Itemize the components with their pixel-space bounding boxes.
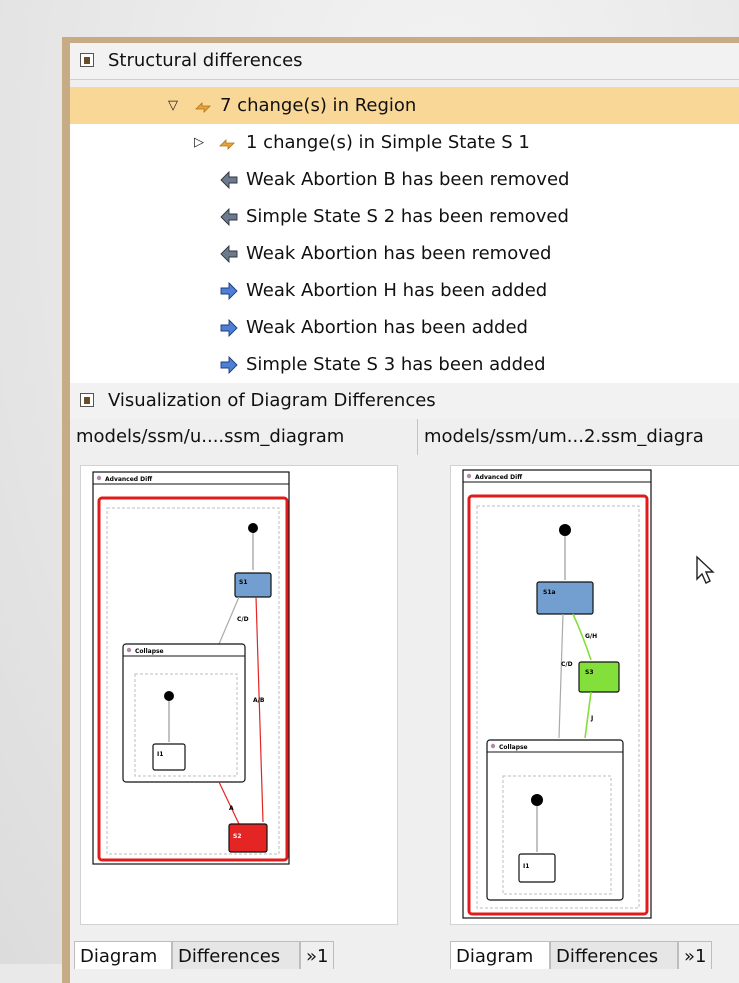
tree-row-label: 7 change(s) in Region [220, 95, 417, 116]
tabs-overflow-button[interactable]: »1 [300, 941, 334, 969]
edge-label: A [229, 805, 234, 812]
composite-label: Collapse [135, 648, 164, 655]
edge-label: C/D [561, 661, 573, 668]
tree-row-label: Weak Abortion H has been added [246, 280, 548, 301]
composite-label: Collapse [499, 744, 528, 751]
state-label: I1 [523, 863, 529, 870]
removed-change-icon [220, 208, 238, 226]
tree-row-removed[interactable]: Weak Abortion B has been removed [70, 161, 739, 198]
collapse-triangle-icon[interactable]: ▽ [168, 99, 182, 113]
removed-change-icon [220, 171, 238, 189]
state-added[interactable] [578, 661, 620, 693]
right-diagram-canvas[interactable]: Advanced Diff S1a G/H C/D S3 J Collapse [450, 465, 739, 925]
tree-row-simple-state[interactable]: ▷ 1 change(s) in Simple State S 1 [70, 124, 739, 161]
tree-row-region[interactable]: ▽ 7 change(s) in Region [70, 87, 739, 124]
tab-label: models/ssm/u....ssm_diagram [76, 426, 345, 447]
left-diagram-canvas[interactable]: Advanced Diff S1 C/D A/B Collapse I1 A S… [80, 465, 398, 925]
edge-label: A/B [253, 697, 265, 704]
left-diagram: Advanced Diff S1 C/D A/B Collapse I1 A S… [92, 471, 290, 865]
edge-label: G/H [585, 633, 597, 640]
tree-row-added[interactable]: Simple State S 3 has been added [70, 346, 739, 383]
state-label: S1a [543, 589, 556, 596]
tree-row-added[interactable]: Weak Abortion has been added [70, 309, 739, 346]
compare-window: Structural differences ▽ 7 change(s) in … [62, 37, 739, 983]
state-label: S3 [585, 669, 594, 676]
tab-differences[interactable]: Differences [172, 941, 300, 969]
tree-row-removed[interactable]: Simple State S 2 has been removed [70, 198, 739, 235]
added-change-icon [220, 356, 238, 374]
tree-row-label: Simple State S 2 has been removed [246, 206, 569, 227]
diagram-title: Advanced Diff [105, 476, 152, 483]
change-group-icon [219, 139, 235, 150]
added-change-icon [220, 319, 238, 337]
state-s1[interactable] [536, 581, 594, 615]
state-label: S1 [239, 579, 248, 586]
tab-left-model[interactable]: models/ssm/u....ssm_diagram [70, 419, 418, 455]
tree-row-label: Weak Abortion B has been removed [246, 169, 570, 190]
panel-icon [80, 393, 94, 407]
state-icon [96, 475, 102, 481]
edge-label: C/D [237, 616, 249, 623]
tree-row-added[interactable]: Weak Abortion H has been added [70, 272, 739, 309]
panel-title: Visualization of Diagram Differences [108, 390, 436, 411]
state-label: S2 [233, 833, 242, 840]
removed-change-icon [220, 245, 238, 263]
tree-row-label: Weak Abortion has been removed [246, 243, 552, 264]
added-change-icon [220, 282, 238, 300]
tree-row-removed[interactable]: Weak Abortion has been removed [70, 235, 739, 272]
expand-triangle-icon[interactable]: ▷ [194, 136, 208, 150]
tree-row-label: 1 change(s) in Simple State S 1 [246, 132, 530, 153]
visualization-panel: Visualization of Diagram Differences mod… [70, 383, 739, 983]
tree-row-label: Simple State S 3 has been added [246, 354, 546, 375]
structural-differences-tree: ▽ 7 change(s) in Region ▷ 1 change(s) in… [70, 87, 739, 384]
tab-diagram[interactable]: Diagram [74, 941, 172, 969]
state-icon [466, 473, 472, 479]
edge-label: J [590, 715, 593, 722]
tab-differences[interactable]: Differences [550, 941, 678, 969]
panel-title: Structural differences [108, 50, 303, 71]
mouse-cursor-icon [696, 555, 715, 584]
visualization-header: Visualization of Diagram Differences [70, 383, 739, 420]
state-label: I1 [157, 751, 163, 758]
tree-row-label: Weak Abortion has been added [246, 317, 528, 338]
tab-right-model[interactable]: models/ssm/um...2.ssm_diagra [418, 419, 739, 455]
tab-diagram[interactable]: Diagram [450, 941, 550, 969]
change-group-icon [195, 102, 211, 113]
diagram-title: Advanced Diff [475, 474, 522, 481]
structural-differences-header: Structural differences [70, 43, 739, 80]
model-tabs: models/ssm/u....ssm_diagram models/ssm/u… [70, 419, 739, 455]
panel-icon [80, 53, 94, 67]
right-diagram: Advanced Diff S1a G/H C/D S3 J Collapse [462, 469, 652, 919]
left-bottom-tabs: Diagram Differences »1 [74, 941, 404, 969]
tabs-overflow-button[interactable]: »1 [678, 941, 712, 969]
tab-label: models/ssm/um...2.ssm_diagra [424, 426, 704, 447]
right-bottom-tabs: Diagram Differences »1 [450, 941, 739, 969]
